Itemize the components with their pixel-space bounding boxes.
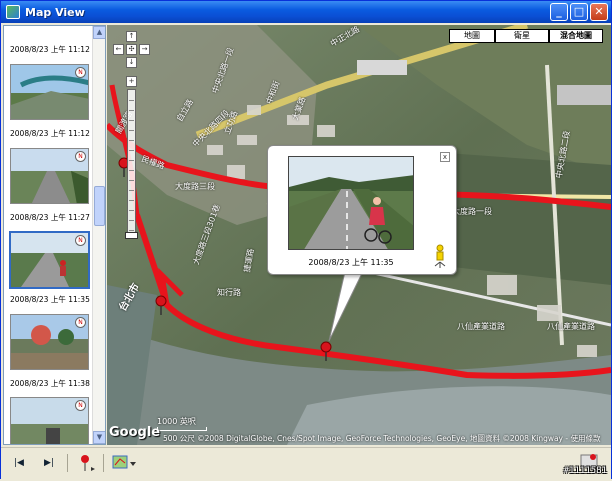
thumbnail-caption: 2008/8/23 上午 11:35 xyxy=(10,295,90,304)
next-photo-icon[interactable]: ▶| xyxy=(39,453,59,473)
photo-info-window: 2008/8/23 上午 11:35 x xyxy=(267,145,457,275)
thumbnail-caption: 2008/8/23 上午 11:27 xyxy=(10,213,90,222)
popup-pointer xyxy=(328,263,369,342)
pan-center-icon[interactable]: ✣ xyxy=(126,44,137,55)
pan-up-icon[interactable]: ↑ xyxy=(126,31,137,42)
map-type-hybrid-button[interactable]: 混合地圖 xyxy=(549,29,603,43)
scrollbar-thumb[interactable] xyxy=(94,186,105,226)
pegman-icon[interactable] xyxy=(433,244,447,268)
thumbnail-caption: 2008/8/23 上午 11:12 xyxy=(10,129,90,138)
popup-caption: 2008/8/23 上午 11:35 xyxy=(308,258,394,267)
compass-icon: N xyxy=(75,235,86,246)
maximize-button[interactable]: □ xyxy=(570,3,588,21)
compass-icon: N xyxy=(75,151,86,162)
photo-image xyxy=(289,157,413,249)
compass-icon: N xyxy=(75,67,86,78)
popup-photo[interactable] xyxy=(288,156,414,250)
copyright-text[interactable]: ©2008 DigitalGlobe, Cnes/Spot Image, Geo… xyxy=(197,434,600,443)
map-label: 八仙產業道路 xyxy=(547,322,595,331)
window-title: Map View xyxy=(25,5,85,19)
scroll-up-arrow-icon[interactable]: ▲ xyxy=(93,26,105,39)
app-icon xyxy=(6,5,20,19)
map-pin-icon[interactable] xyxy=(320,341,332,361)
map-type-selector: 地圖 衛星 混合地圖 xyxy=(449,29,603,43)
photo-thumbnail[interactable]: N xyxy=(10,314,89,370)
scale-label: 1000 英呎 xyxy=(157,417,196,426)
zoom-slider-handle[interactable] xyxy=(125,232,138,239)
photo-thumbnail-selected[interactable]: N xyxy=(9,231,90,289)
close-button[interactable]: ✕ xyxy=(590,3,608,21)
scale-bar xyxy=(157,427,207,431)
google-logo: Google xyxy=(109,425,161,440)
map-label: 大度路三段 xyxy=(175,182,215,191)
pan-right-icon[interactable]: → xyxy=(139,44,150,55)
map-view-window: Map View _ □ ✕ 2008/8/23 上午 11:12 N 2008… xyxy=(0,0,612,479)
thumbnail-caption: 2008/8/23 上午 11:12 xyxy=(10,45,90,54)
photo-thumbnail[interactable]: N xyxy=(10,148,89,204)
title-bar[interactable]: Map View _ □ ✕ xyxy=(1,1,611,23)
compass-icon: N xyxy=(75,317,86,328)
map-type-satellite-button[interactable]: 衛星 xyxy=(495,29,549,43)
scroll-down-arrow-icon[interactable]: ▼ xyxy=(93,431,105,444)
track-route-icon[interactable] xyxy=(77,453,97,473)
popup-close-icon[interactable]: x xyxy=(440,152,450,162)
pan-down-icon[interactable]: ↓ xyxy=(126,57,137,68)
map-layer-dropdown-icon[interactable] xyxy=(111,453,136,473)
minimize-button[interactable]: _ xyxy=(550,3,568,21)
photo-thumbnail[interactable]: N xyxy=(10,397,89,444)
thumbnail-scrollbar[interactable]: ▲ ▼ xyxy=(92,26,105,444)
first-photo-icon[interactable]: |◀ xyxy=(9,453,29,473)
map-canvas[interactable]: 中正北路 大度路三段 大度路一段 八仙產業道路 八仙產業道路 知行路 民權路 關… xyxy=(107,25,611,445)
map-label: 大度路一段 xyxy=(452,207,492,216)
photo-thumbnail[interactable]: N xyxy=(10,64,89,120)
map-copyright: 500 公尺 ©2008 DigitalGlobe, Cnes/Spot Ima… xyxy=(163,433,609,444)
map-pin-icon[interactable] xyxy=(155,295,167,315)
compass-icon: N xyxy=(75,400,86,411)
scale-label-metric: 500 公尺 xyxy=(163,434,195,443)
map-label: 八仙產業道路 xyxy=(457,322,505,331)
zoom-slider-track[interactable] xyxy=(125,89,138,239)
photo-thumbnail-list[interactable]: 2008/8/23 上午 11:12 N 2008/8/23 上午 11:12 … xyxy=(3,25,106,445)
zoom-in-icon[interactable]: + xyxy=(126,76,137,87)
pan-left-icon[interactable]: ← xyxy=(113,44,124,55)
watermark: #1111581 xyxy=(563,466,607,476)
bottom-toolbar: |◀ ▶| #1111581 xyxy=(1,447,611,479)
map-label: 知行路 xyxy=(217,288,241,297)
thumbnail-caption: 2008/8/23 上午 11:38 xyxy=(10,379,90,388)
map-type-map-button[interactable]: 地圖 xyxy=(449,29,495,43)
